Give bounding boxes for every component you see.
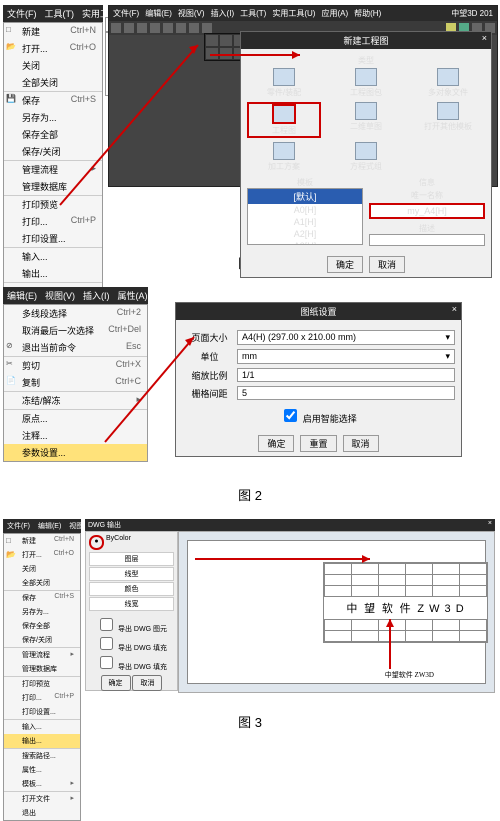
menu-item[interactable]: 关闭 (4, 57, 102, 74)
menu-item[interactable]: 打开文件 (4, 791, 80, 806)
type-option[interactable]: 方程式组 (329, 142, 403, 172)
appbar: 文件(F)编辑(E)视图(V)插入(I)工具(T)实用工具(U)应用(A)帮助(… (109, 6, 497, 21)
field-input[interactable]: A4(H) (297.00 x 210.00 mm)▾ (237, 330, 455, 345)
title-block: 中 望 软 件 Z W 3 D (323, 562, 488, 643)
drawing-canvas: 中 望 软 件 Z W 3 D 中望软件 ZW3D (178, 531, 495, 693)
menu-item[interactable]: 打印...Ctrl+P (4, 213, 102, 230)
menu-item[interactable]: 取消最后一次选择Ctrl+Del (4, 322, 147, 339)
menu-item[interactable]: 输入... (4, 719, 80, 734)
menu-item[interactable]: 属性... (4, 763, 80, 777)
menu-item[interactable]: 管理数据库 (4, 178, 102, 195)
type-option[interactable]: 多对象文件 (411, 68, 485, 98)
menu-item[interactable]: 搜索路径... (4, 748, 80, 763)
menu-item[interactable]: 另存为... (4, 109, 102, 126)
menu-item[interactable]: 输出... (4, 734, 80, 748)
menu-item[interactable]: 管理流程 (4, 647, 80, 662)
menubar-2: 编辑(E)视图(V)插入(I)属性(A) (3, 287, 148, 304)
cancel-button[interactable]: 取消 (132, 675, 162, 691)
field-input[interactable]: 5 (237, 386, 455, 400)
figure-2: 编辑(E)视图(V)插入(I)属性(A) 多线段选择Ctrl+2取消最后一次选择… (0, 287, 500, 477)
dialog-title: 图纸设置× (176, 303, 461, 320)
menu-item[interactable]: 多线段选择Ctrl+2 (4, 305, 147, 322)
cancel-button[interactable]: 取消 (369, 256, 405, 273)
ok-button[interactable]: 确定 (258, 435, 294, 452)
menu-item[interactable]: 关闭 (4, 562, 80, 576)
menu-item[interactable]: 输入... (4, 247, 102, 265)
figure-1: 文件(F)工具(T)实用工 □新建Ctrl+N📂打开...Ctrl+O关闭全部关… (0, 5, 500, 245)
file-menu-3: □新建Ctrl+N📂打开...Ctrl+O关闭全部关闭保存Ctrl+S另存为..… (3, 533, 81, 821)
menu-item[interactable]: 冻结/解冻 (4, 391, 147, 409)
menu-item[interactable]: 注释... (4, 427, 147, 444)
reset-button[interactable]: 重置 (300, 435, 336, 452)
menu-item[interactable]: 💾保存Ctrl+S (4, 91, 102, 109)
sheet-settings-dialog: 图纸设置× 页面大小A4(H) (297.00 x 210.00 mm)▾单位m… (175, 302, 462, 457)
menu-item[interactable]: 全部关闭 (4, 74, 102, 91)
menu-item[interactable]: 原点... (4, 409, 147, 427)
menubar: 文件(F)工具(T)实用工 (3, 5, 103, 22)
menu-item[interactable]: 📄复制Ctrl+C (4, 374, 147, 391)
type-option[interactable]: 零件/装配 (247, 68, 321, 98)
menu-item[interactable]: 📂打开...Ctrl+O (4, 548, 80, 562)
menu-item[interactable]: ✂剪切Ctrl+X (4, 356, 147, 374)
menu-item[interactable]: 退出 (4, 806, 80, 820)
type-option[interactable]: 加工方案 (247, 142, 321, 172)
menu-item[interactable]: 输出... (4, 265, 102, 282)
menu-item[interactable]: 保存Ctrl+S (4, 590, 80, 605)
menu-item[interactable]: 保存/关闭 (4, 143, 102, 160)
close-icon[interactable]: × (482, 33, 487, 43)
menu-item[interactable]: 保存全部 (4, 619, 80, 633)
dialog-title: 新建工程图× (241, 32, 491, 49)
export-palette: ●ByColor 图层 线型 颜色 线宽 导出 DWG 图元 导出 DWG 填充… (85, 531, 178, 691)
menu-item[interactable]: 模板... (4, 777, 80, 791)
menu-item[interactable]: 打印设置... (4, 230, 102, 247)
menu-item[interactable]: 📂打开...Ctrl+O (4, 40, 102, 57)
menu-item[interactable]: □新建Ctrl+N (4, 23, 102, 40)
field-input[interactable]: 1/1 (237, 368, 455, 382)
app-window: 文件(F)编辑(E)视图(V)插入(I)工具(T)实用工具(U)应用(A)帮助(… (108, 5, 498, 187)
menu-item[interactable]: 保存全部 (4, 126, 102, 143)
type-option[interactable]: 工程图 (247, 102, 321, 138)
caption-2: 图 2 (0, 485, 500, 504)
name-input[interactable]: my_A4[H] (369, 203, 485, 219)
menu-item[interactable]: 全部关闭 (4, 576, 80, 590)
new-drawing-dialog: 新建工程图× 类型 零件/装配工程图包多对象文件工程图二维草图打开其他模板加工方… (240, 31, 492, 278)
type-grid: 零件/装配工程图包多对象文件工程图二维草图打开其他模板加工方案方程式组 (247, 68, 485, 172)
menu-item[interactable]: □新建Ctrl+N (4, 534, 80, 548)
edit-menu: 多线段选择Ctrl+2取消最后一次选择Ctrl+Del⊘退出当前命令Esc✂剪切… (3, 304, 148, 462)
menu-item[interactable]: 另存为... (4, 605, 80, 619)
template-listbox[interactable]: [默认]A0[H]A1[H]A2[H]A3[H]A4[H] (247, 188, 363, 245)
menu-item[interactable]: 参数设置... (4, 444, 147, 461)
ok-button[interactable]: 确定 (101, 675, 131, 691)
chk-opt3[interactable] (100, 656, 113, 669)
menu-item[interactable]: 打印...Ctrl+P (4, 691, 80, 705)
type-option[interactable]: 二维草图 (329, 102, 403, 138)
figure-3: 文件(F)编辑(E)视图(V) □新建Ctrl+N📂打开...Ctrl+O关闭全… (0, 519, 500, 704)
chk-opt2[interactable] (100, 637, 113, 650)
type-option[interactable]: 打开其他模板 (411, 102, 485, 138)
cancel-button[interactable]: 取消 (343, 435, 379, 452)
menu-item[interactable]: 打印预览 (4, 195, 102, 213)
smart-select-checkbox[interactable]: 启用智能选择 (280, 414, 357, 424)
menu-item[interactable]: 保存/关闭 (4, 633, 80, 647)
chk-opt1[interactable] (100, 618, 113, 631)
footer-text: 中望软件 ZW3D (385, 670, 434, 680)
menu-item[interactable]: 打印预览 (4, 676, 80, 691)
appbar-3: DWG 输出× (85, 519, 495, 531)
menubar-3: 文件(F)编辑(E)视图(V) (3, 519, 81, 533)
type-option[interactable]: 工程图包 (329, 68, 403, 98)
menu-item[interactable]: ⊘退出当前命令Esc (4, 339, 147, 356)
desc-input[interactable] (369, 234, 485, 246)
menu-item[interactable]: 打印设置... (4, 705, 80, 719)
field-input[interactable]: mm▾ (237, 349, 455, 364)
menu-item[interactable]: 管理流程 (4, 160, 102, 178)
ok-button[interactable]: 确定 (327, 256, 363, 273)
close-icon[interactable]: × (452, 304, 457, 314)
tab-bycolor[interactable]: ● (89, 535, 104, 550)
menu-item[interactable]: 管理数据库 (4, 662, 80, 676)
